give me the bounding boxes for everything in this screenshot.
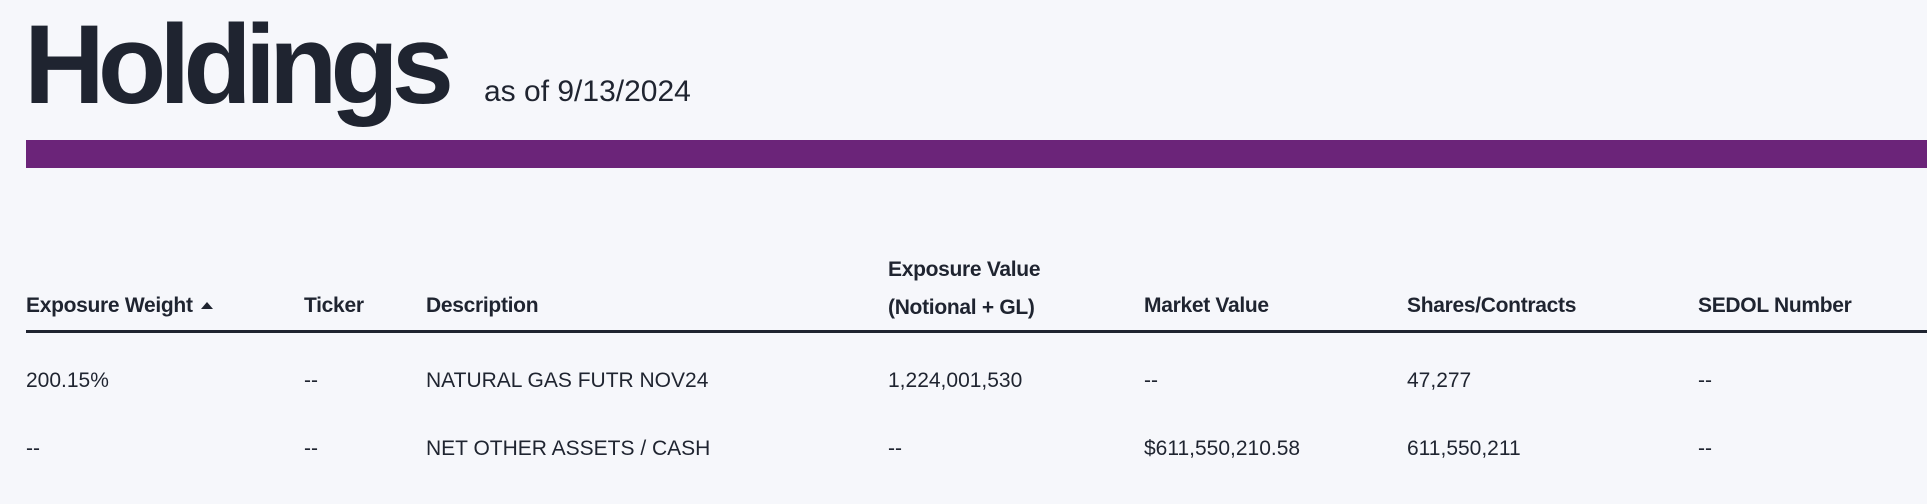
column-header-market-value[interactable]: Market Value: [1144, 283, 1269, 329]
accent-bar: [26, 140, 1927, 168]
column-header-ticker[interactable]: Ticker: [304, 283, 364, 329]
column-label: Exposure Weight: [26, 294, 193, 317]
cell-ticker: --: [304, 369, 318, 392]
cell-market-value: $611,550,210.58: [1144, 437, 1301, 460]
cell-ticker: --: [304, 437, 318, 460]
column-header-exposure-weight[interactable]: Exposure Weight: [26, 283, 213, 329]
column-label-line2: (Notional + GL): [888, 296, 1035, 319]
cell-description: NATURAL GAS FUTR NOV24: [426, 369, 709, 392]
sort-ascending-icon: [200, 302, 213, 309]
cell-exposure-value: --: [888, 437, 902, 460]
cell-sedol: --: [1698, 437, 1712, 460]
cell-exposure-weight: --: [26, 437, 40, 460]
column-header-shares-contracts[interactable]: Shares/Contracts: [1407, 283, 1576, 329]
cell-description: NET OTHER ASSETS / CASH: [426, 437, 711, 460]
cell-market-value: --: [1144, 369, 1158, 392]
column-header-exposure-value[interactable]: Exposure Value (Notional + GL): [888, 251, 1041, 327]
page-title: Holdings: [24, 2, 454, 127]
column-header-description[interactable]: Description: [426, 283, 539, 329]
column-header-sedol-number[interactable]: SEDOL Number: [1698, 283, 1852, 329]
header-divider: [26, 330, 1927, 333]
cell-sedol: --: [1698, 369, 1712, 392]
cell-exposure-value: 1,224,001,530: [888, 369, 1023, 392]
cell-exposure-weight: 200.15%: [26, 369, 109, 392]
as-of-date: as of 9/13/2024: [484, 75, 691, 108]
cell-shares-contracts: 47,277: [1407, 369, 1472, 392]
column-label-line1: Exposure Value: [888, 258, 1041, 281]
cell-shares-contracts: 611,550,211: [1407, 437, 1521, 460]
